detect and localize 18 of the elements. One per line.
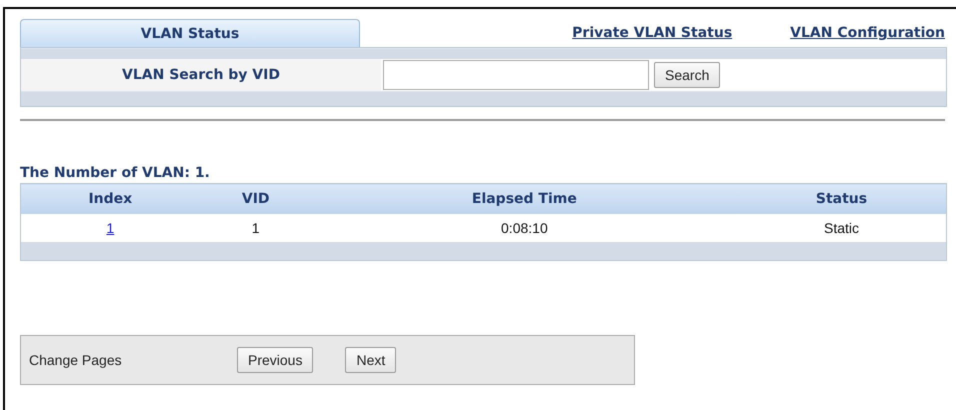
vlan-count-text: The Number of VLAN: 1.: [20, 165, 211, 181]
column-header: Status: [737, 184, 946, 214]
column-header: VID: [200, 184, 312, 214]
search-label: VLAN Search by VID: [21, 59, 381, 91]
index-link[interactable]: 1: [106, 220, 114, 236]
tab[interactable]: VLAN Configuration: [790, 19, 945, 47]
search-button[interactable]: Search: [654, 62, 720, 88]
tab[interactable]: Private VLAN Status: [360, 19, 790, 47]
tab[interactable]: VLAN Status: [20, 19, 360, 47]
column-header: Index: [20, 184, 200, 214]
vid-input-field[interactable]: [383, 60, 649, 90]
page-button[interactable]: Previous: [237, 347, 314, 373]
table-cell: 0:08:10: [312, 214, 738, 242]
table-cell: Static: [737, 214, 946, 242]
page-button[interactable]: Next: [345, 347, 396, 373]
pager-label: Change Pages: [29, 352, 123, 368]
table-cell: 1: [200, 214, 312, 242]
column-header: Elapsed Time: [312, 184, 738, 214]
